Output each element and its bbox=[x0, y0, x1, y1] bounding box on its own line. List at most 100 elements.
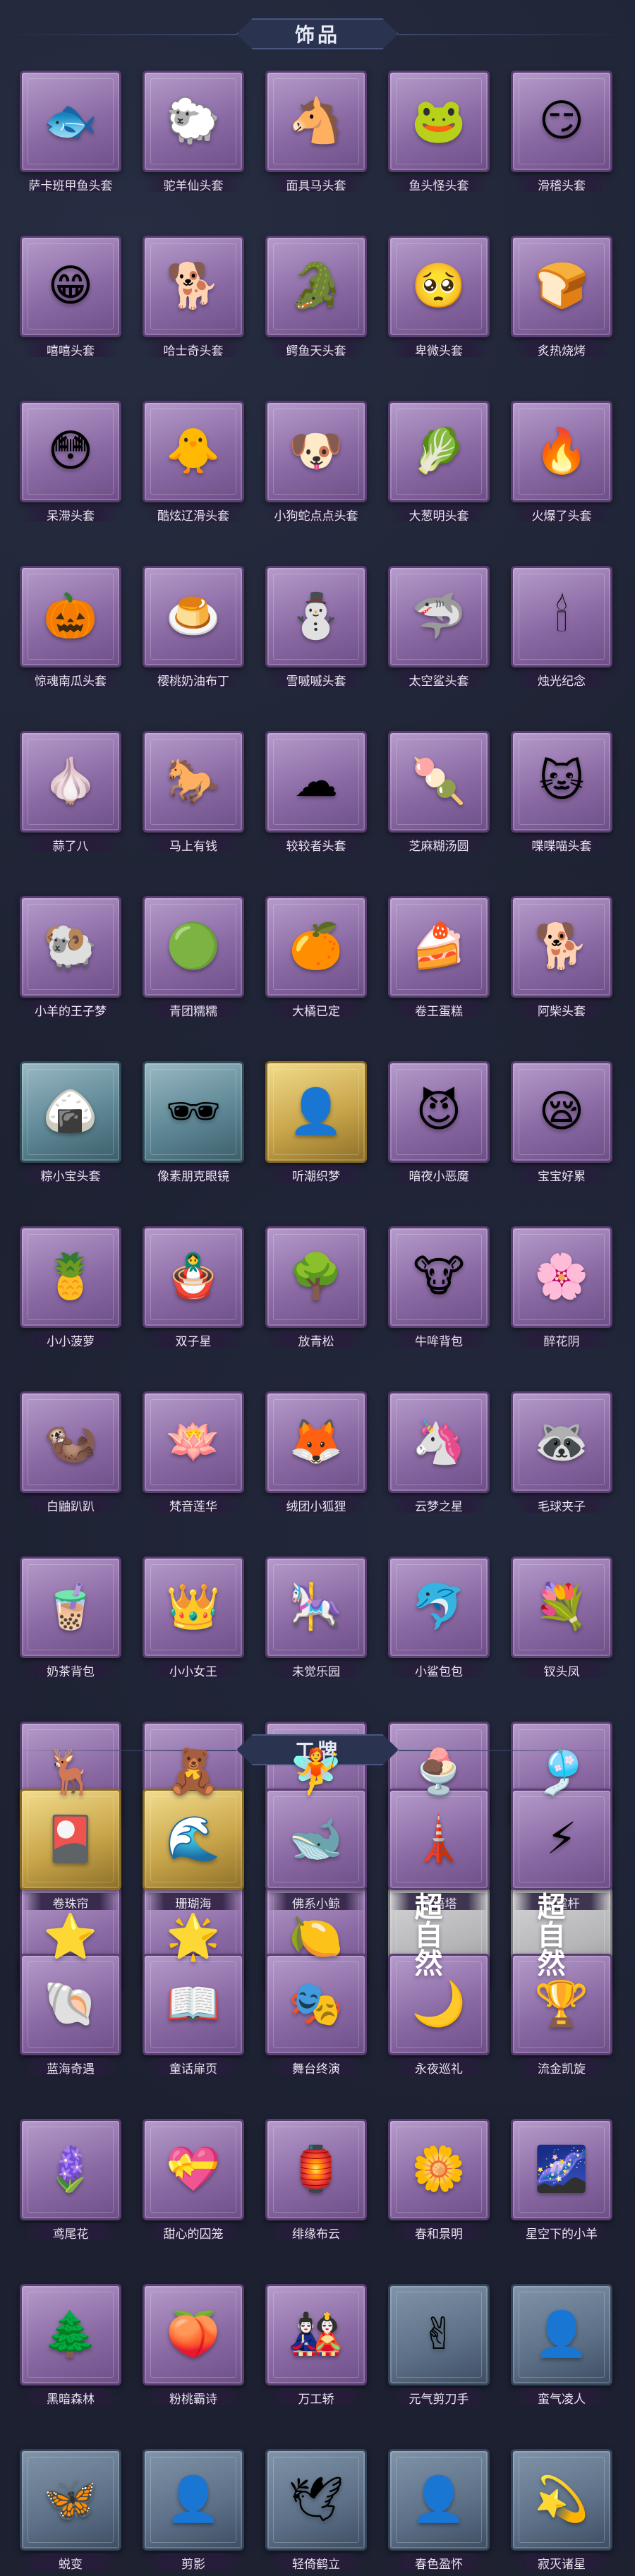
accessory-card[interactable]: 🐕 bbox=[511, 896, 612, 998]
accessory-item[interactable]: 🕶 像素朋克眼镜 bbox=[140, 1061, 246, 1188]
badge-item[interactable]: 👤 春色盈怀 bbox=[386, 2449, 492, 2576]
accessory-item[interactable]: 🐮 牛哞背包 bbox=[386, 1226, 492, 1353]
accessory-item[interactable]: 🍞 炙热烧烤 bbox=[509, 236, 615, 363]
accessory-item[interactable]: 🪷 梵音莲华 bbox=[140, 1391, 246, 1518]
badge-card[interactable]: 🐚 bbox=[20, 1954, 121, 2055]
accessory-card[interactable]: 🦝 bbox=[511, 1391, 612, 1493]
accessory-card[interactable]: 🎃 bbox=[20, 566, 121, 667]
accessory-card[interactable]: 🌸 bbox=[511, 1226, 612, 1328]
accessory-card[interactable]: 🐴 bbox=[265, 71, 367, 172]
accessory-card[interactable]: 🌳 bbox=[265, 1226, 367, 1328]
accessory-card[interactable]: 🍮 bbox=[143, 566, 244, 667]
accessory-item[interactable]: 🥬 大葱明头套 bbox=[386, 401, 492, 528]
accessory-item[interactable]: 🥺 卑微头套 bbox=[386, 236, 492, 363]
accessory-card[interactable]: ⛄ bbox=[265, 566, 367, 667]
accessory-card[interactable]: 😳 bbox=[20, 401, 121, 502]
accessory-card[interactable]: 😁 bbox=[20, 236, 121, 337]
accessory-card[interactable]: 🐊 bbox=[265, 236, 367, 337]
accessory-card[interactable]: 👤 bbox=[265, 1061, 367, 1163]
accessory-card[interactable]: 🍙 bbox=[20, 1061, 121, 1163]
accessory-card[interactable]: 🥺 bbox=[388, 236, 490, 337]
badge-item[interactable]: 🏮 绯缘布云 bbox=[263, 2119, 369, 2246]
accessory-card[interactable]: 🦄 bbox=[388, 1391, 490, 1493]
accessory-item[interactable]: 🐟 萨卡班甲鱼头套 bbox=[18, 71, 123, 198]
accessory-card[interactable]: 🐬 bbox=[388, 1556, 490, 1658]
badge-item[interactable]: 🦋 蜕变 bbox=[18, 2449, 123, 2576]
accessory-item[interactable]: 🐏 小羊的王子梦 bbox=[18, 896, 123, 1023]
accessory-card[interactable]: 😈 bbox=[388, 1061, 490, 1163]
badge-item[interactable]: ✌ 元气剪刀手 bbox=[386, 2284, 492, 2411]
badge-item[interactable]: 💫 寂灭诸星 bbox=[509, 2449, 615, 2576]
badge-item[interactable]: 🌊 珊瑚海 bbox=[140, 1789, 246, 1916]
accessory-card[interactable]: 🐮 bbox=[388, 1226, 490, 1328]
accessory-item[interactable]: 🍰 卷王蛋糕 bbox=[386, 896, 492, 1023]
badge-item[interactable]: 💝 甜心的囚笼 bbox=[140, 2119, 246, 2246]
accessory-card[interactable]: 🐥 bbox=[143, 401, 244, 502]
badge-card[interactable]: 💝 bbox=[143, 2119, 244, 2220]
badge-card[interactable]: 🎎 bbox=[265, 2284, 367, 2385]
badge-card[interactable]: 📖 bbox=[143, 1954, 244, 2055]
badge-card[interactable]: ⚡ bbox=[511, 1789, 612, 1890]
badge-card[interactable]: ✌ bbox=[388, 2284, 490, 2385]
badge-item[interactable]: 👤 剪影 bbox=[140, 2449, 246, 2576]
badge-card[interactable]: 🐋 bbox=[265, 1789, 367, 1890]
badge-card[interactable]: 🎴 bbox=[20, 1789, 121, 1890]
accessory-card[interactable]: 🍊 bbox=[265, 896, 367, 998]
accessory-card[interactable]: 🐟 bbox=[20, 71, 121, 172]
accessory-item[interactable]: 🍙 粽小宝头套 bbox=[18, 1061, 123, 1188]
accessory-card[interactable]: 😪 bbox=[511, 1061, 612, 1163]
accessory-card[interactable]: 🥬 bbox=[388, 401, 490, 502]
badge-card[interactable]: 🌌 bbox=[511, 2119, 612, 2220]
badge-item[interactable]: 🐋 佛系小鲸 bbox=[263, 1789, 369, 1916]
accessory-item[interactable]: 😁 嘻嘻头套 bbox=[18, 236, 123, 363]
accessory-card[interactable]: 🐑 bbox=[143, 71, 244, 172]
accessory-card[interactable]: 🐏 bbox=[20, 896, 121, 998]
badge-card[interactable]: 👤 bbox=[143, 2449, 244, 2551]
accessory-item[interactable]: 🐎 马上有钱 bbox=[140, 731, 246, 858]
accessory-card[interactable]: 🧄 bbox=[20, 731, 121, 833]
badge-item[interactable]: 🐚 蓝海奇遇 bbox=[18, 1954, 123, 2081]
accessory-card[interactable]: 🧋 bbox=[20, 1556, 121, 1658]
badge-item[interactable]: 🌲 黑暗森林 bbox=[18, 2284, 123, 2411]
badge-item[interactable]: 🎎 万工轿 bbox=[263, 2284, 369, 2411]
accessory-item[interactable]: 🐕 阿柴头套 bbox=[509, 896, 615, 1023]
accessory-card[interactable]: 🍰 bbox=[388, 896, 490, 998]
accessory-card[interactable]: 💐 bbox=[511, 1556, 612, 1658]
accessory-item[interactable]: 🐥 酷炫辽滑头套 bbox=[140, 401, 246, 528]
accessory-item[interactable]: 🐴 面具马头套 bbox=[263, 71, 369, 198]
accessory-card[interactable]: 🪆 bbox=[143, 1226, 244, 1328]
accessory-item[interactable]: 🐱 喋喋喵头套 bbox=[509, 731, 615, 858]
accessory-card[interactable]: ☁ bbox=[265, 731, 367, 833]
accessory-item[interactable]: 🧄 蒜了八 bbox=[18, 731, 123, 858]
badge-item[interactable]: 📖 童话扉页 bbox=[140, 1954, 246, 2081]
badge-item[interactable]: 🌌 星空下的小羊 bbox=[509, 2119, 615, 2246]
accessory-item[interactable]: 😈 暗夜小恶魔 bbox=[386, 1061, 492, 1188]
accessory-item[interactable]: 😪 宝宝好累 bbox=[509, 1061, 615, 1188]
accessory-item[interactable]: 🍊 大橘已定 bbox=[263, 896, 369, 1023]
accessory-card[interactable]: 🍞 bbox=[511, 236, 612, 337]
accessory-card[interactable]: 😏 bbox=[511, 71, 612, 172]
accessory-card[interactable]: 🐎 bbox=[143, 731, 244, 833]
accessory-item[interactable]: 🐊 鳄鱼天头套 bbox=[263, 236, 369, 363]
accessory-card[interactable]: 🕯 bbox=[511, 566, 612, 667]
badge-item[interactable]: 🕊 轻倚鹤立 bbox=[263, 2449, 369, 2576]
accessory-item[interactable]: 💐 钗头凤 bbox=[509, 1556, 615, 1683]
accessory-card[interactable]: 🦦 bbox=[20, 1391, 121, 1493]
badge-card[interactable]: 👤 bbox=[511, 2284, 612, 2385]
accessory-card[interactable]: 🐶 bbox=[265, 401, 367, 502]
accessory-card[interactable]: 🎠 bbox=[265, 1556, 367, 1658]
accessory-card[interactable]: 🦊 bbox=[265, 1391, 367, 1493]
badge-card[interactable]: 🗼 bbox=[388, 1789, 490, 1890]
accessory-item[interactable]: 👑 小小女王 bbox=[140, 1556, 246, 1683]
badge-item[interactable]: 🌼 春和景明 bbox=[386, 2119, 492, 2246]
accessory-item[interactable]: ⛄ 雪嘁嘁头套 bbox=[263, 566, 369, 693]
accessory-item[interactable]: 🦄 云梦之星 bbox=[386, 1391, 492, 1518]
accessory-item[interactable]: 🌳 放青松 bbox=[263, 1226, 369, 1353]
accessory-card[interactable]: 🟢 bbox=[143, 896, 244, 998]
badge-item[interactable]: 🎭 舞台终演 bbox=[263, 1954, 369, 2081]
accessory-item[interactable]: 🎠 未觉乐园 bbox=[263, 1556, 369, 1683]
badge-card[interactable]: 🍑 bbox=[143, 2284, 244, 2385]
accessory-item[interactable]: ☁ 较较者头套 bbox=[263, 731, 369, 858]
accessory-card[interactable]: 🍍 bbox=[20, 1226, 121, 1328]
badge-card[interactable]: 🪻 bbox=[20, 2119, 121, 2220]
